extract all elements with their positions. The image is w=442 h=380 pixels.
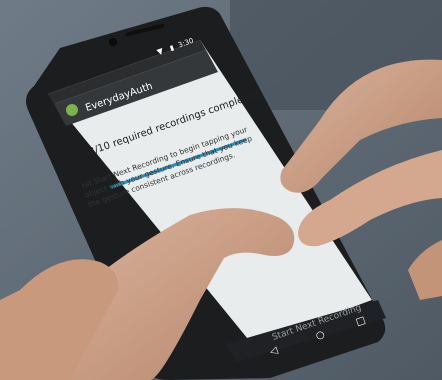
recents-icon[interactable]: □ xyxy=(354,315,367,328)
wifi-icon: ▼ xyxy=(155,46,165,57)
status-time: 3:30 xyxy=(177,36,195,50)
home-icon[interactable]: ○ xyxy=(314,329,326,342)
instructions-text: Hit Start Next Recording to begin tappin… xyxy=(80,124,254,210)
photo-scene: 3:30 ▼ ▮ EverydayAuth 2/10 required reco… xyxy=(0,0,442,380)
app-screen-content: 3:30 ▼ ▮ EverydayAuth 2/10 required reco… xyxy=(0,0,442,380)
battery-icon: ▮ xyxy=(168,43,176,53)
app-title: EverydayAuth xyxy=(84,80,155,115)
back-icon[interactable]: ◁ xyxy=(268,345,279,358)
android-app-icon xyxy=(64,102,80,118)
